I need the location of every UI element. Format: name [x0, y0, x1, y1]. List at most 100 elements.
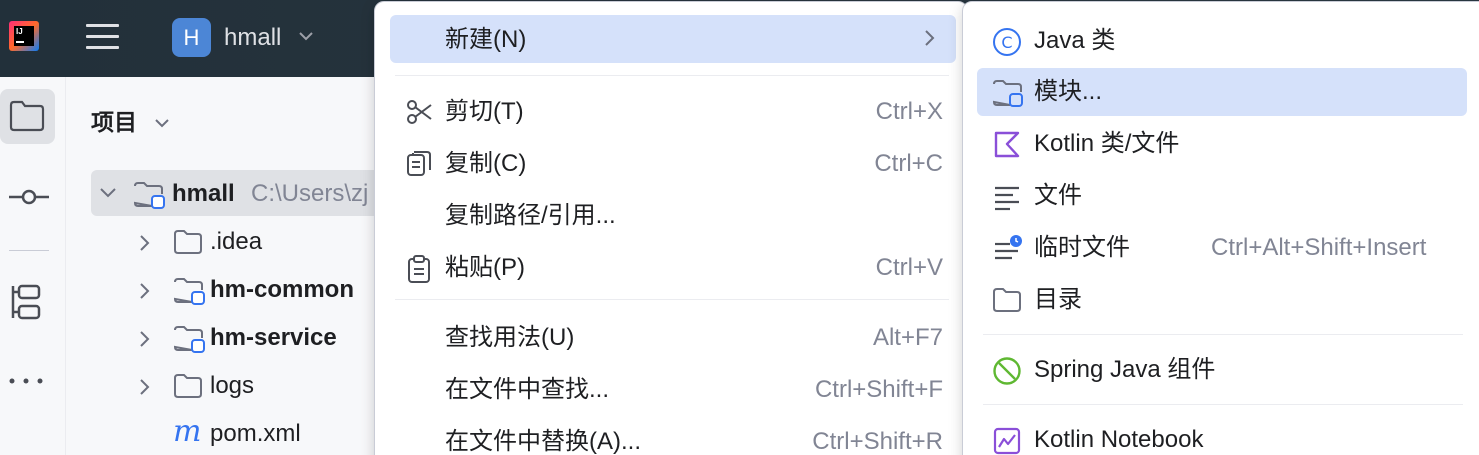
context-menu: 新建(N) 剪切(T) Ctrl+X 复制(C) Ctrl+C 复制路径/引用.…	[374, 1, 968, 455]
submenu-item-kotlin-notebook[interactable]: Kotlin Notebook	[977, 416, 1467, 455]
chevron-right-icon[interactable]	[138, 282, 152, 300]
menu-item-label: 查找用法(U)	[445, 324, 575, 351]
menu-item-shortcut: Ctrl+C	[874, 150, 943, 177]
folder-icon	[9, 100, 45, 132]
strip-divider	[9, 250, 49, 251]
tree-row-logs[interactable]: logs	[91, 362, 391, 408]
project-panel: 项目 hmall C:\Users\zj .idea hm-common hm-…	[66, 77, 386, 455]
java-class-icon: C	[993, 28, 1021, 56]
structure-icon	[11, 284, 41, 320]
chevron-down-icon[interactable]	[296, 26, 316, 46]
menu-item-label: 在文件中查找...	[445, 376, 610, 403]
project-tool-button[interactable]	[0, 89, 55, 144]
menu-item-label: 新建(N)	[445, 26, 527, 53]
module-icon	[992, 80, 1023, 107]
module-folder-icon	[173, 326, 205, 353]
more-tools-button[interactable]	[0, 357, 55, 412]
menu-divider	[395, 299, 949, 300]
kotlin-icon	[994, 131, 1020, 158]
submenu-item-label: Spring Java 组件	[1034, 356, 1216, 383]
panel-title[interactable]: 项目	[91, 108, 137, 136]
module-folder-icon	[133, 182, 165, 209]
submenu-divider	[983, 404, 1463, 405]
menu-item-label: 粘贴(P)	[445, 254, 525, 281]
submenu-item-label: 模块...	[1034, 78, 1103, 105]
menu-item-cut[interactable]: 剪切(T) Ctrl+X	[390, 87, 956, 135]
chevron-down-icon[interactable]	[152, 113, 172, 133]
paste-icon	[408, 255, 430, 283]
tree-row-idea[interactable]: .idea	[91, 218, 391, 264]
menu-item-label: 复制路径/引用...	[445, 202, 616, 229]
spring-icon	[993, 357, 1021, 385]
submenu-item-label: Kotlin 类/文件	[1034, 130, 1180, 157]
chevron-right-icon[interactable]	[138, 234, 152, 252]
chevron-right-icon[interactable]	[138, 330, 152, 348]
file-icon	[995, 186, 1019, 211]
structure-tool-button[interactable]	[0, 272, 55, 327]
chevron-down-icon[interactable]	[99, 186, 117, 200]
directory-icon	[993, 288, 1021, 312]
new-submenu: C Java 类 模块... Kotlin 类/文件 文件 临时文件 Ctrl+…	[962, 1, 1479, 455]
menu-item-find-in-files[interactable]: 在文件中查找... Ctrl+Shift+F	[390, 365, 956, 413]
tree-item-label: pom.xml	[210, 420, 301, 447]
chevron-right-icon	[925, 30, 935, 46]
commit-tool-button[interactable]	[0, 172, 55, 227]
tree-row-pom[interactable]: m pom.xml	[91, 410, 391, 455]
menu-item-new[interactable]: 新建(N)	[390, 15, 956, 63]
tree-item-path: C:\Users\zj	[251, 180, 369, 207]
module-folder-icon	[173, 278, 205, 305]
submenu-item-module[interactable]: 模块...	[977, 68, 1467, 116]
submenu-item-directory[interactable]: 目录	[977, 276, 1467, 324]
tree-row-hm-common[interactable]: hm-common	[91, 266, 391, 312]
submenu-item-label: 目录	[1034, 286, 1082, 313]
menu-item-replace-in-files[interactable]: 在文件中替换(A)... Ctrl+Shift+R	[390, 417, 956, 455]
scissors-icon	[407, 100, 432, 124]
menu-item-label: 复制(C)	[445, 150, 527, 177]
menu-item-shortcut: Ctrl+Shift+F	[814, 376, 943, 403]
menu-item-copy[interactable]: 复制(C) Ctrl+C	[390, 139, 956, 187]
menu-item-shortcut: Ctrl+V	[875, 254, 943, 281]
folder-icon	[174, 230, 202, 254]
submenu-item-spring-component[interactable]: Spring Java 组件	[977, 346, 1467, 394]
submenu-item-label: 文件	[1034, 182, 1082, 209]
intellij-logo-icon[interactable]: IJ	[9, 21, 39, 51]
submenu-item-label: Java 类	[1034, 27, 1116, 54]
logo-text: IJ	[16, 27, 23, 36]
chevron-right-icon[interactable]	[138, 378, 152, 396]
project-avatar[interactable]: H	[172, 18, 211, 57]
main-menu-icon[interactable]	[86, 24, 119, 52]
tree-item-label: hm-common	[210, 276, 354, 303]
menu-item-shortcut: Ctrl+Shift+R	[812, 428, 943, 455]
menu-item-paste[interactable]: 粘贴(P) Ctrl+V	[390, 243, 956, 291]
tool-window-strip	[0, 77, 66, 455]
folder-icon	[174, 374, 202, 398]
menu-item-copy-path[interactable]: 复制路径/引用...	[390, 191, 956, 239]
submenu-item-kotlin-class[interactable]: Kotlin 类/文件	[977, 120, 1467, 168]
submenu-item-java-class[interactable]: C Java 类	[977, 17, 1467, 65]
menu-divider	[395, 75, 949, 76]
maven-icon: m	[173, 414, 202, 449]
project-switcher[interactable]: hmall	[224, 23, 281, 53]
copy-icon	[407, 151, 431, 176]
commit-icon	[9, 189, 49, 205]
submenu-item-file[interactable]: 文件	[977, 172, 1467, 220]
submenu-item-shortcut: Ctrl+Alt+Shift+Insert	[1211, 234, 1427, 261]
menu-item-shortcut: Ctrl+X	[875, 98, 943, 125]
menu-item-shortcut: Alt+F7	[872, 324, 943, 351]
tree-row-hm-service[interactable]: hm-service	[91, 314, 391, 360]
tree-item-label: logs	[210, 372, 255, 399]
svg-text:C: C	[1001, 33, 1012, 52]
menu-item-find-usages[interactable]: 查找用法(U) Alt+F7	[390, 313, 956, 361]
tree-row-hmall[interactable]: hmall C:\Users\zj	[91, 170, 381, 216]
kotlin-notebook-icon	[993, 427, 1021, 455]
menu-item-label: 在文件中替换(A)...	[445, 428, 641, 455]
more-icon	[9, 378, 43, 384]
scratch-file-icon	[995, 235, 1022, 260]
menu-item-label: 剪切(T)	[445, 98, 524, 125]
submenu-item-label: Kotlin Notebook	[1034, 426, 1204, 453]
tree-item-label: hmall	[172, 180, 235, 207]
tree-item-label: hm-service	[210, 324, 337, 351]
submenu-item-scratch-file[interactable]: 临时文件 Ctrl+Alt+Shift+Insert	[977, 224, 1467, 272]
submenu-divider	[983, 334, 1463, 335]
submenu-item-label: 临时文件	[1034, 234, 1130, 261]
